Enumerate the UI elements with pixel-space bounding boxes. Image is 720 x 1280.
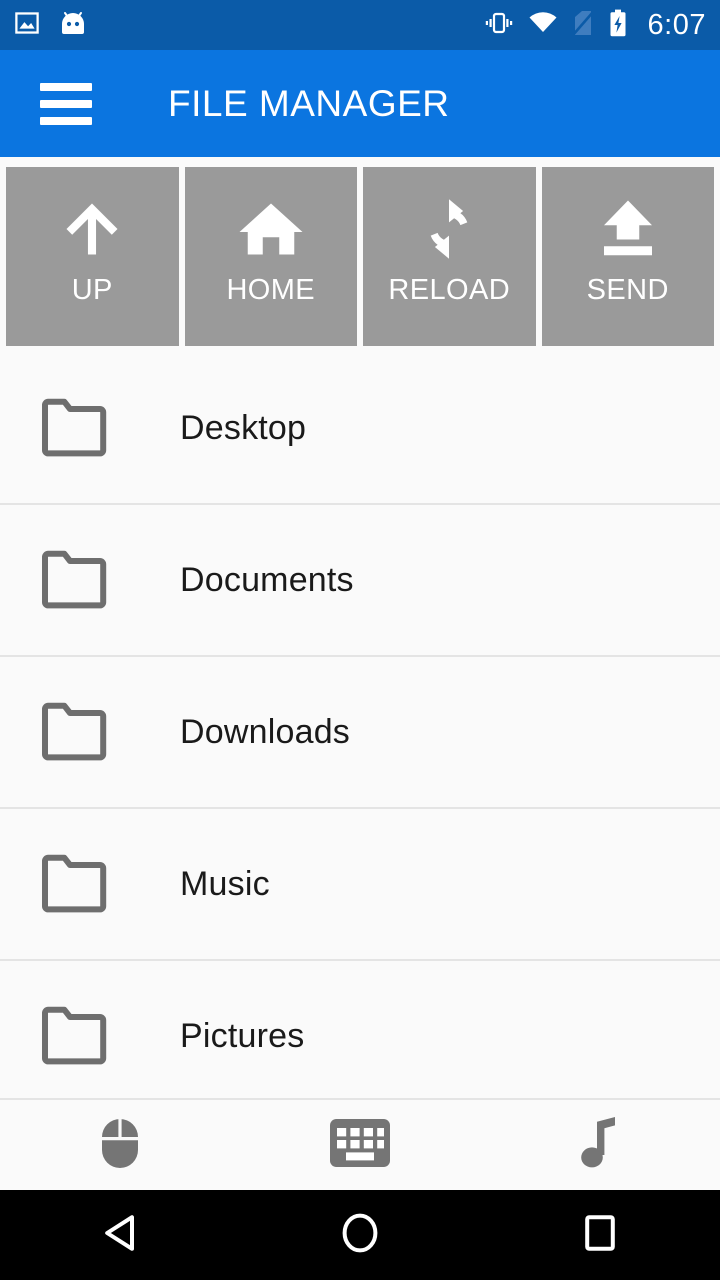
- reload-button[interactable]: RELOAD: [363, 167, 536, 346]
- folder-icon: [38, 549, 110, 611]
- upload-icon: [592, 188, 664, 270]
- reload-button-label: RELOAD: [388, 274, 511, 306]
- back-button[interactable]: [0, 1190, 240, 1280]
- mouse-toggle-button[interactable]: [0, 1100, 240, 1190]
- status-bar-right-icons: 6:07: [484, 9, 706, 42]
- mouse-icon: [98, 1117, 142, 1174]
- bottom-icon-bar: [0, 1098, 720, 1190]
- music-note-icon: [580, 1115, 620, 1176]
- battery-charging-icon: [608, 9, 628, 42]
- keyboard-icon: [329, 1118, 391, 1173]
- no-sim-icon: [571, 10, 594, 41]
- list-item-label: Music: [180, 864, 270, 903]
- hamburger-menu-icon[interactable]: [40, 82, 92, 125]
- recents-button[interactable]: [480, 1190, 720, 1280]
- status-bar-left-icons: [14, 10, 88, 41]
- list-item[interactable]: Documents: [0, 505, 720, 657]
- page-title: FILE MANAGER: [168, 82, 450, 124]
- folder-icon: [38, 853, 110, 915]
- up-button[interactable]: UP: [6, 167, 179, 346]
- send-button[interactable]: SEND: [541, 167, 714, 346]
- refresh-icon: [413, 188, 485, 270]
- hamburger-bar-3: [40, 116, 92, 125]
- home-button[interactable]: HOME: [184, 167, 357, 346]
- home-icon: [235, 188, 307, 270]
- arrow-up-icon: [56, 188, 128, 270]
- up-button-label: UP: [71, 274, 113, 306]
- status-bar-clock: 6:07: [647, 8, 706, 41]
- back-triangle-icon: [102, 1214, 138, 1257]
- app-bar: FILE MANAGER: [0, 50, 720, 157]
- action-toolbar: UP HOME RELOAD SEND: [0, 157, 720, 353]
- list-item[interactable]: Desktop: [0, 353, 720, 505]
- home-circle-icon: [341, 1212, 379, 1259]
- folder-icon: [38, 1005, 110, 1067]
- wifi-icon: [528, 10, 558, 41]
- image-icon: [14, 10, 40, 41]
- list-item-label: Desktop: [180, 408, 307, 447]
- list-item-label: Documents: [180, 560, 354, 599]
- vibrate-icon: [484, 10, 514, 41]
- list-item[interactable]: Pictures: [0, 961, 720, 1098]
- android-navigation-bar: [0, 1190, 720, 1280]
- list-item[interactable]: Music: [0, 809, 720, 961]
- list-item[interactable]: Downloads: [0, 657, 720, 809]
- folder-icon: [38, 701, 110, 763]
- android-head-icon: [58, 10, 88, 41]
- folder-icon: [38, 397, 110, 459]
- music-toggle-button[interactable]: [480, 1100, 720, 1190]
- list-item-label: Downloads: [180, 712, 351, 751]
- hamburger-bar-1: [40, 82, 92, 91]
- hamburger-bar-2: [40, 99, 92, 108]
- keyboard-toggle-button[interactable]: [240, 1100, 480, 1190]
- file-list: Desktop Documents Downloads Music Pictur…: [0, 353, 720, 1098]
- recents-square-icon: [584, 1214, 616, 1257]
- status-bar: 6:07: [0, 0, 720, 50]
- home-button-label: HOME: [226, 274, 316, 306]
- app-screen: 6:07 FILE MANAGER UP HOME RELOAD SEND De…: [0, 0, 720, 1280]
- home-button[interactable]: [240, 1190, 480, 1280]
- list-item-label: Pictures: [180, 1016, 305, 1055]
- send-button-label: SEND: [586, 274, 669, 306]
